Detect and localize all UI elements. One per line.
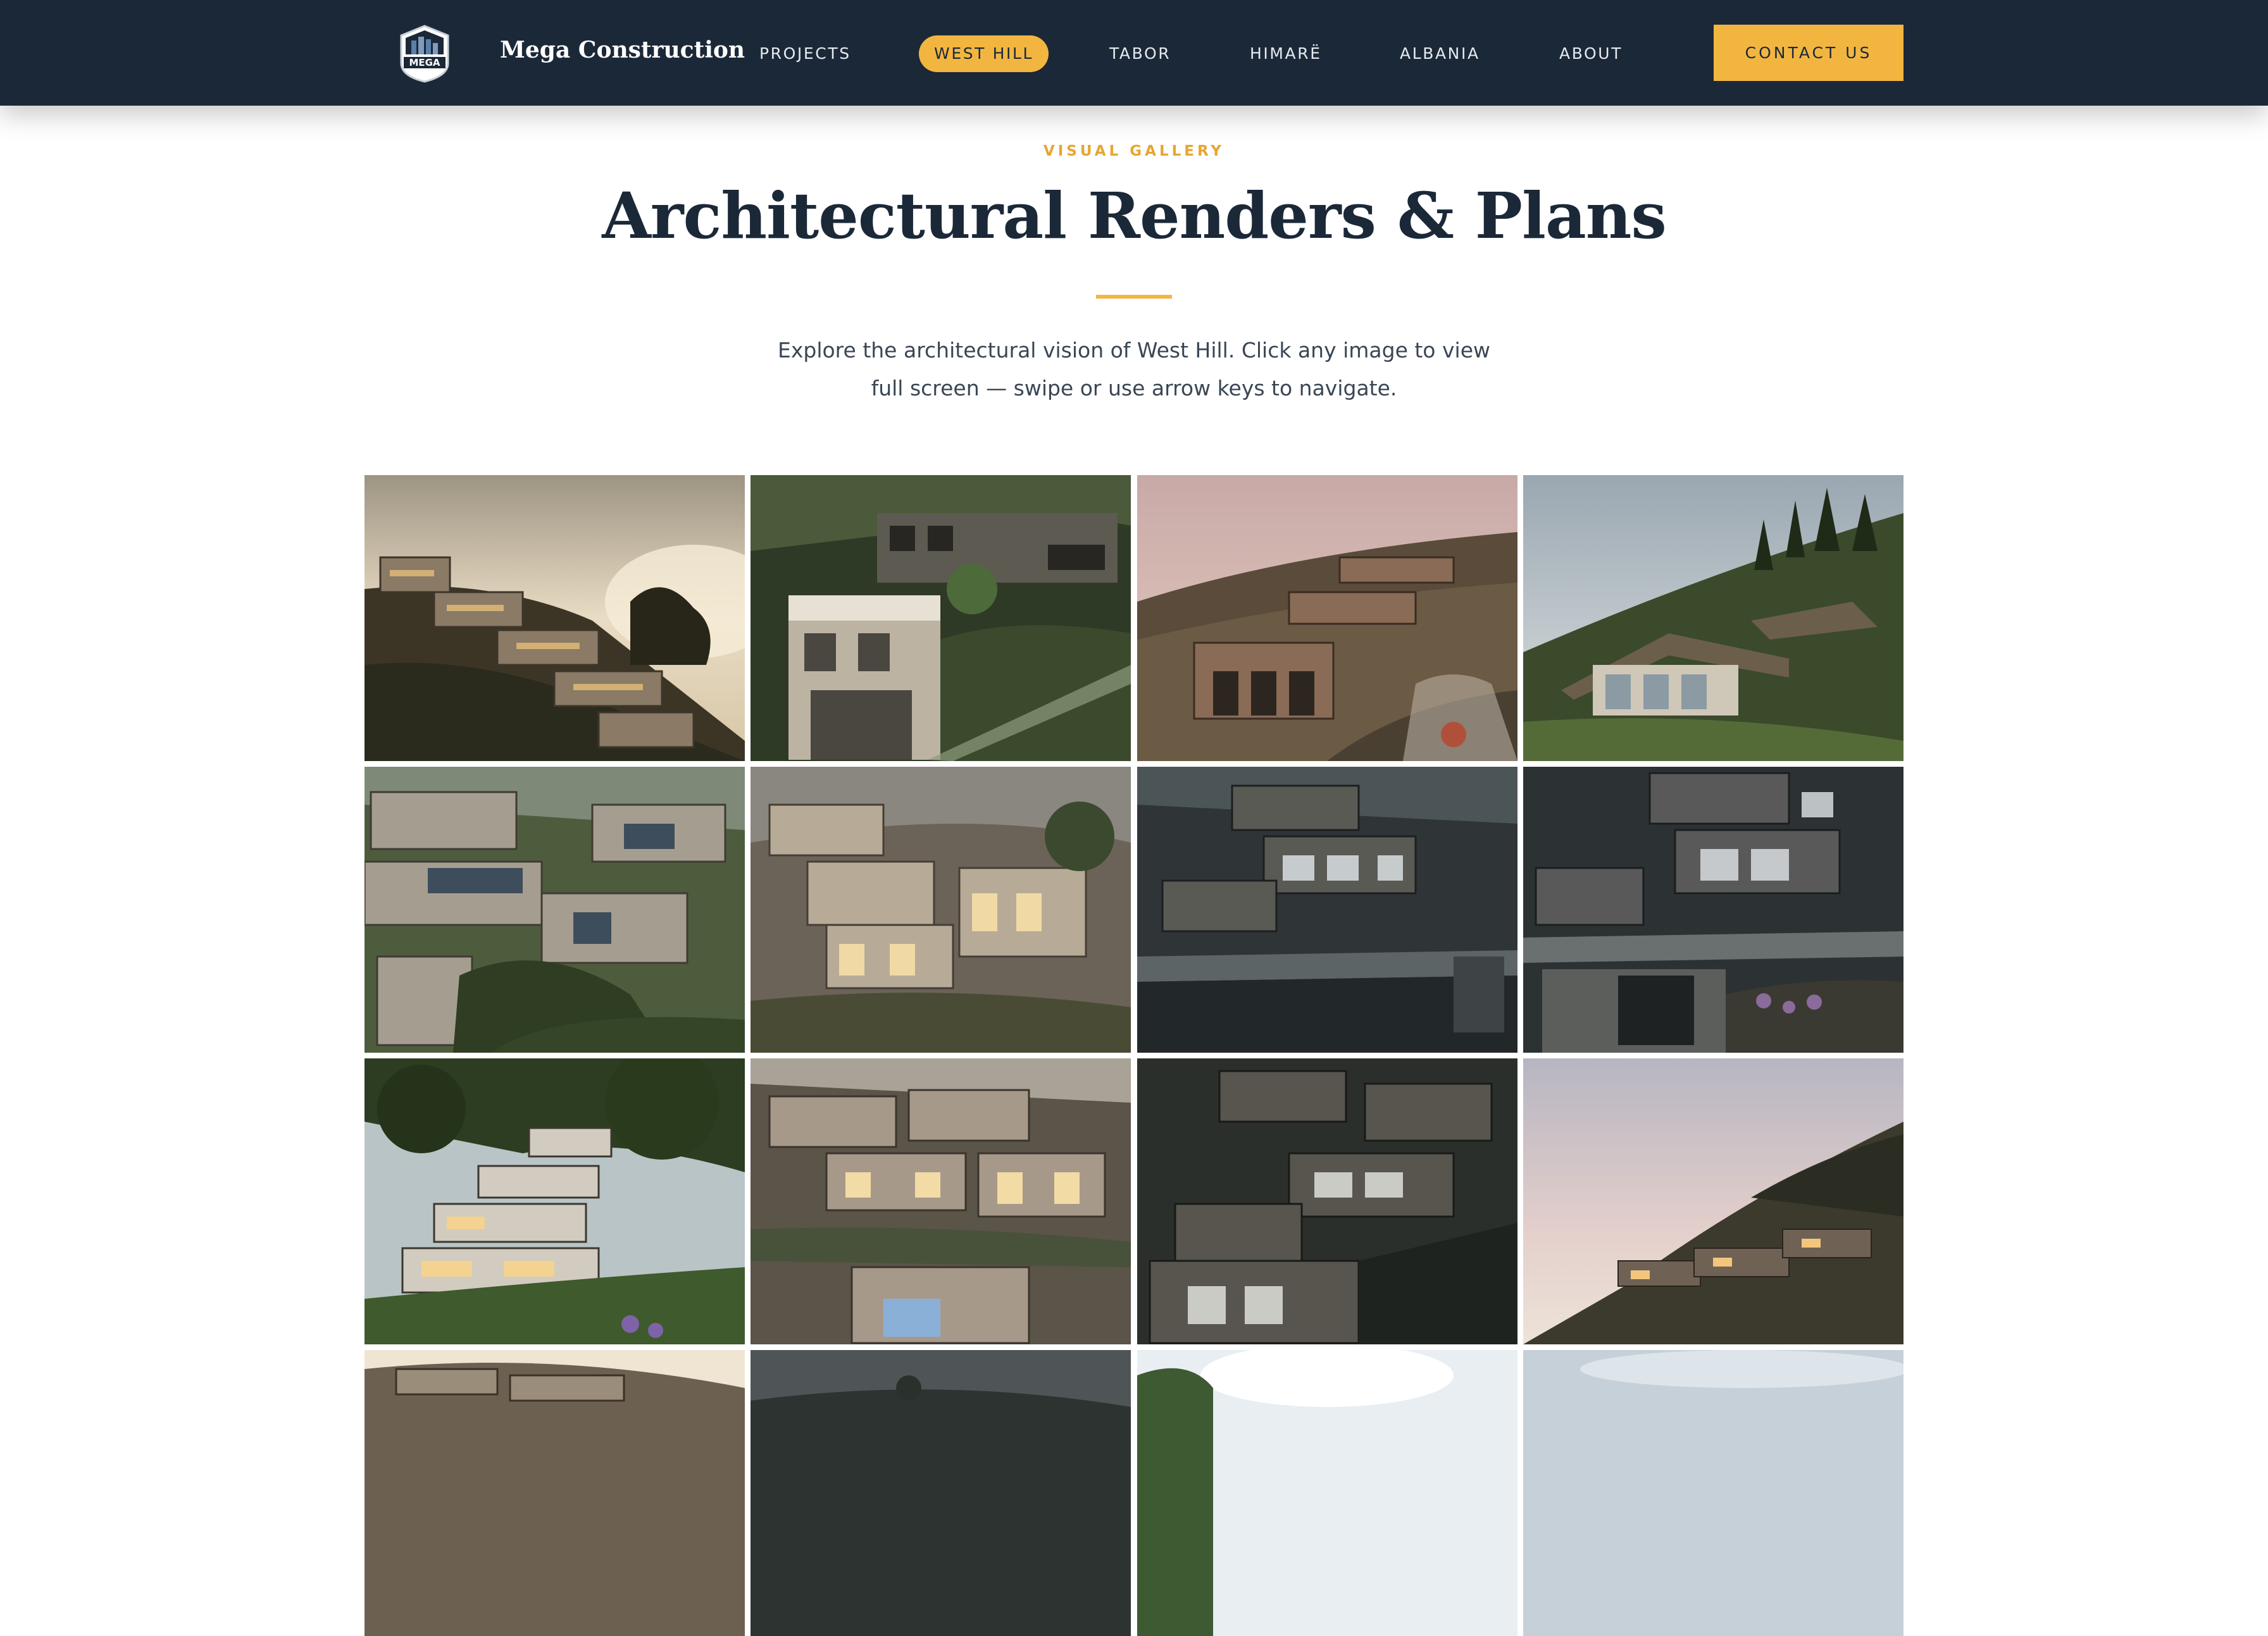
render-bottom-1-image: [364, 1350, 745, 1636]
nav-item-about[interactable]: ABOUT: [1559, 35, 1623, 72]
mega-logo-icon[interactable]: MEGA: [397, 24, 452, 84]
render-dusk-pavilion-image: [1137, 475, 1517, 761]
gallery-tile-11[interactable]: [1137, 1058, 1517, 1344]
render-night-cluster-image: [1137, 1058, 1517, 1344]
render-night-lower-road-image: [1137, 767, 1517, 1053]
render-bottom-2-image: [751, 1350, 1131, 1636]
render-cluster-evening-image: [751, 767, 1131, 1053]
render-bottom-4-image: [1523, 1350, 1904, 1636]
render-hillside-villa-image: [1523, 475, 1904, 761]
contact-us-button[interactable]: CONTACT US: [1714, 25, 1904, 81]
render-night-street-image: [1523, 767, 1904, 1053]
gallery-tile-1[interactable]: [364, 475, 745, 761]
render-sunset-terraces-image: [364, 475, 745, 761]
render-stacked-cluster-image: [751, 1058, 1131, 1344]
gallery-tile-3[interactable]: [1137, 475, 1517, 761]
gallery-tile-2[interactable]: [751, 475, 1131, 761]
render-stone-tower-image: [751, 475, 1131, 761]
title-divider: [1096, 295, 1172, 299]
top-navigation-bar: MEGA Mega Construction PROJECTS WEST HIL…: [0, 0, 2268, 106]
render-gallery-grid: [364, 475, 1904, 1636]
nav-item-west-hill[interactable]: WEST HILL: [919, 35, 1049, 72]
section-eyebrow: VISUAL GALLERY: [1043, 143, 1225, 159]
render-bottom-3-image: [1137, 1350, 1517, 1636]
nav-item-tabor[interactable]: TABOR: [1109, 35, 1171, 72]
gallery-tile-6[interactable]: [751, 767, 1131, 1053]
gallery-tile-5[interactable]: [364, 767, 745, 1053]
render-green-terraces-image: [364, 767, 745, 1053]
page-title: Architectural Renders & Plans: [602, 178, 1667, 253]
gallery-tile-14[interactable]: [751, 1350, 1131, 1636]
gallery-tile-12[interactable]: [1523, 1058, 1904, 1344]
nav-item-projects[interactable]: PROJECTS: [759, 35, 851, 72]
gallery-tile-15[interactable]: [1137, 1350, 1517, 1636]
gallery-tile-16[interactable]: [1523, 1350, 1904, 1636]
nav-item-albania[interactable]: ALBANIA: [1400, 35, 1480, 72]
gallery-tile-4[interactable]: [1523, 475, 1904, 761]
logo-wordmark: MEGA: [409, 57, 440, 68]
gallery-tile-13[interactable]: [364, 1350, 745, 1636]
nav-item-himare[interactable]: HIMARË: [1250, 35, 1322, 72]
render-pink-sky-slope-image: [1523, 1058, 1904, 1344]
gallery-tile-7[interactable]: [1137, 767, 1517, 1053]
gallery-tile-8[interactable]: [1523, 767, 1904, 1053]
brand-name[interactable]: Mega Construction: [500, 37, 745, 63]
render-forest-terraces-image: [364, 1058, 745, 1344]
gallery-tile-9[interactable]: [364, 1058, 745, 1344]
section-intro: Explore the architectural vision of West…: [778, 338, 1490, 400]
gallery-tile-10[interactable]: [751, 1058, 1131, 1344]
